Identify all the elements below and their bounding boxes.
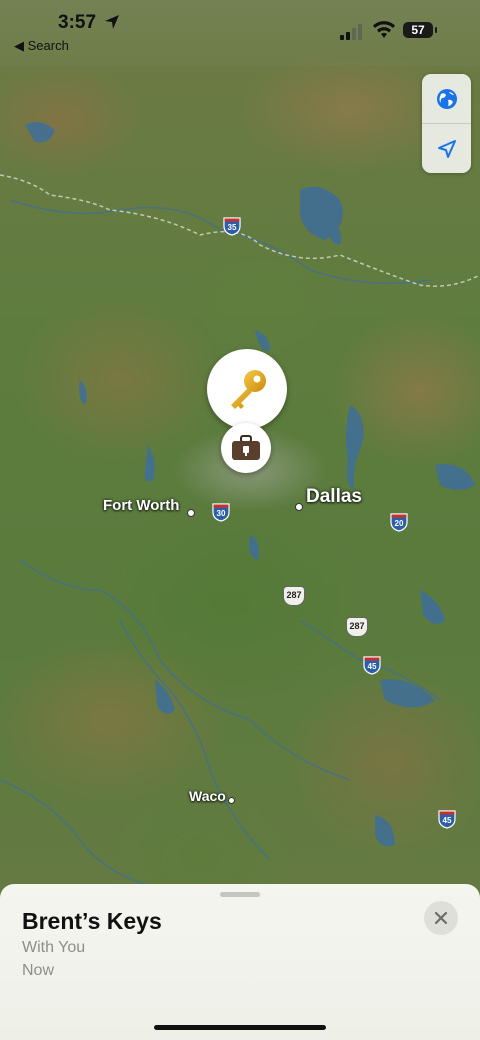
item-last-seen: Now xyxy=(22,962,55,979)
interstate-30-shield: 30 xyxy=(212,503,230,522)
briefcase-icon xyxy=(232,435,260,460)
status-bar: 3:57 ◀ Search 57 xyxy=(0,0,480,66)
cellular-signal-icon xyxy=(340,24,362,40)
interstate-45-label: 45 xyxy=(368,662,377,671)
item-detail-sheet[interactable]: Brent’s Keys With You Now xyxy=(0,884,480,1040)
us-287-shield-east: 287 xyxy=(346,617,368,637)
interstate-45-south-label: 45 xyxy=(443,816,452,825)
item-status: With You xyxy=(22,939,86,956)
close-button[interactable] xyxy=(424,901,458,935)
clock: 3:57 xyxy=(58,12,97,33)
interstate-30-label: 30 xyxy=(217,509,226,518)
item-title: Brent’s Keys xyxy=(22,908,162,934)
us-287-shield: 287 xyxy=(283,586,305,606)
interstate-35-label: 35 xyxy=(228,223,237,232)
city-dot-fort-worth xyxy=(187,509,195,517)
bag-location-pin[interactable] xyxy=(221,423,271,473)
home-indicator[interactable] xyxy=(154,1025,326,1030)
interstate-35-shield: 35 xyxy=(223,217,241,236)
keys-location-pin[interactable] xyxy=(207,349,287,429)
back-to-search-link[interactable]: ◀ Search xyxy=(14,38,69,54)
wifi-icon xyxy=(373,21,395,38)
city-dot-waco xyxy=(228,797,235,804)
interstate-20-shield: 20 xyxy=(390,513,408,532)
city-label-fort-worth[interactable]: Fort Worth xyxy=(103,497,179,514)
location-arrow-icon xyxy=(437,139,456,158)
sheet-grabber[interactable] xyxy=(220,892,260,897)
locate-me-button[interactable] xyxy=(422,124,471,173)
map-mode-button[interactable] xyxy=(422,74,471,123)
close-icon xyxy=(434,911,448,925)
city-label-waco[interactable]: Waco xyxy=(189,788,226,804)
battery-indicator: 57 xyxy=(403,22,437,38)
map-controls xyxy=(422,74,471,173)
globe-icon xyxy=(436,88,457,109)
city-dot-dallas xyxy=(295,503,303,511)
interstate-20-label: 20 xyxy=(395,519,404,528)
interstate-45-shield: 45 xyxy=(363,656,381,675)
map-view[interactable]: 3:57 ◀ Search 57 35 30 20 45 45 287 287 … xyxy=(0,0,480,1040)
interstate-45-shield-south: 45 xyxy=(438,810,456,829)
city-label-dallas[interactable]: Dallas xyxy=(306,486,362,508)
key-icon xyxy=(231,370,266,409)
location-services-icon xyxy=(105,15,119,29)
